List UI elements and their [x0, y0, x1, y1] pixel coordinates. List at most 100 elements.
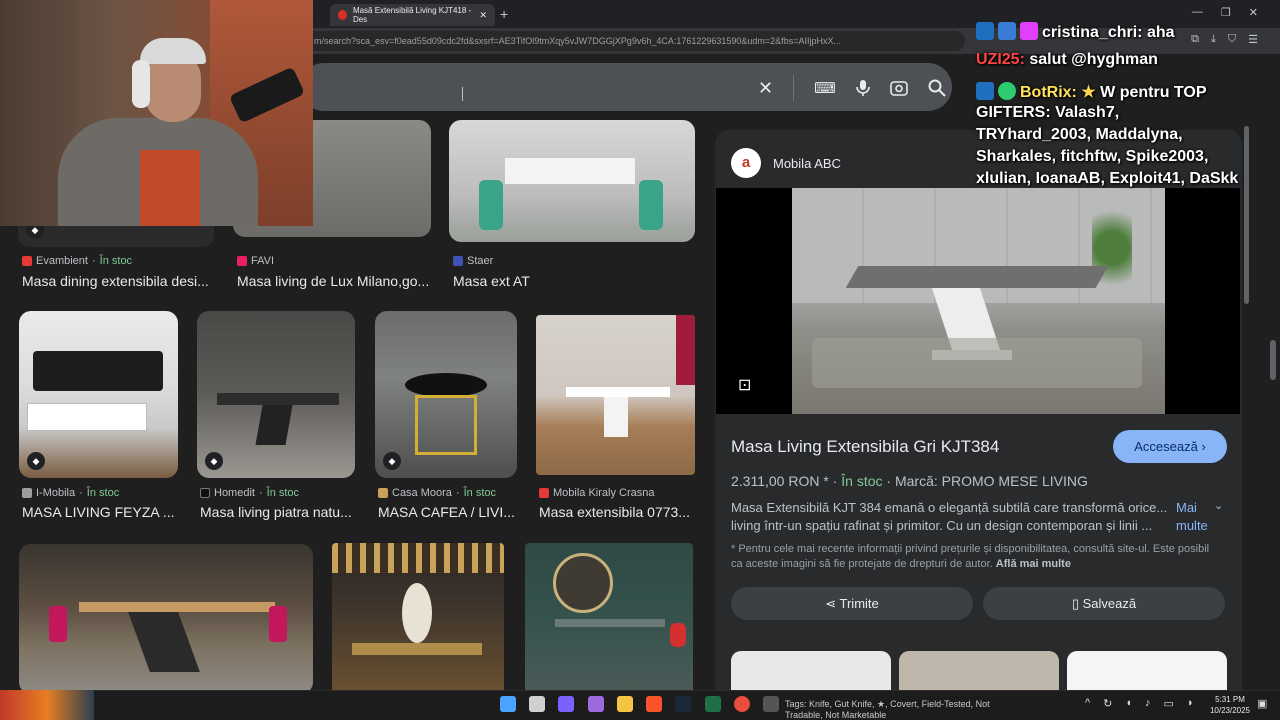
app-icon[interactable]	[734, 696, 750, 712]
result-image[interactable]	[449, 120, 695, 242]
chat-line: cristina_chri: aha	[976, 22, 1175, 42]
source-favicon-icon	[200, 488, 210, 498]
result-title[interactable]: Masa living piatra natu...	[200, 504, 360, 520]
store-name[interactable]: Mobila ABC	[773, 156, 841, 171]
badge-icon	[998, 22, 1016, 40]
share-icon: ⋖	[825, 596, 837, 611]
excel-icon[interactable]	[705, 696, 721, 712]
microphone-icon[interactable]: ♪	[1145, 697, 1151, 710]
result-source: Staer	[453, 255, 493, 267]
weather-widget[interactable]	[0, 690, 94, 720]
result-image[interactable]	[536, 315, 695, 475]
divider	[793, 75, 795, 101]
result-image[interactable]	[19, 544, 313, 690]
product-meta: 2.311,00 RON * · În stoc · Marcă: PROMO …	[731, 473, 1088, 489]
result-source: Mobila Kiraly Crasna	[539, 487, 654, 499]
related-thumbnail[interactable]	[731, 651, 891, 691]
disclaimer-text: * Pentru cele mai recente informații pri…	[731, 543, 1210, 570]
search-icon[interactable]	[928, 79, 946, 97]
tab-active[interactable]: Masă Extensibilă Living KJT418 - Des ✕	[330, 4, 495, 26]
app-icon[interactable]	[588, 696, 604, 712]
badge-icon	[976, 22, 994, 40]
start-icon[interactable]	[500, 696, 516, 712]
tag-icon: ◆	[27, 452, 45, 470]
page-scrollbar[interactable]	[1270, 340, 1276, 380]
learn-more-link[interactable]: Află mai multe	[996, 558, 1071, 570]
result-source: Homedit · În stoc	[200, 487, 299, 499]
result-image[interactable]: ◆	[375, 311, 517, 478]
save-button[interactable]: ▯ Salvează	[983, 587, 1225, 620]
stock-status: În stoc	[841, 473, 883, 489]
notification-icon[interactable]: ▣	[1257, 697, 1267, 710]
result-source: Casa Moora · În stoc	[378, 487, 496, 499]
result-title[interactable]: Masa living de Lux Milano,go...	[237, 273, 432, 289]
source-favicon-icon	[237, 256, 247, 266]
volume-icon[interactable]: ◖	[1125, 697, 1132, 710]
star-icon: ★	[1081, 84, 1096, 101]
lens-icon[interactable]	[889, 79, 908, 97]
steam-icon[interactable]	[675, 696, 691, 712]
task-view-icon[interactable]	[529, 696, 545, 712]
clock[interactable]: 5:31 PM 10/23/2025	[1208, 694, 1252, 716]
result-title[interactable]: Masa ext AT	[453, 273, 693, 289]
product-title[interactable]: Masa Living Extensibila Gri KJT384	[731, 437, 999, 457]
visit-label: Accesează	[1134, 439, 1198, 454]
visit-button[interactable]: Accesează ›	[1113, 430, 1227, 463]
bookmark-icon: ▯	[1071, 596, 1080, 611]
related-thumbnail[interactable]	[899, 651, 1059, 691]
result-title[interactable]: MASA LIVING FEYZA ...	[22, 504, 182, 520]
brave-browser-icon[interactable]	[646, 696, 662, 712]
result-source: I-Mobila · În stoc	[22, 487, 119, 499]
chat-line: UZI25: salut @hyghman	[976, 51, 1158, 68]
chat-line: BotRix: ★ W pentru TOP	[976, 82, 1207, 102]
stream-chat-overlay: cristina_chri: aha UZI25: salut @hyghman…	[972, 0, 1280, 190]
copilot-icon[interactable]	[558, 696, 574, 712]
related-thumbnail[interactable]	[1067, 651, 1227, 691]
result-title[interactable]: Masa dining extensibila desi...	[22, 273, 212, 289]
lens-search-icon[interactable]: ⊡	[738, 375, 751, 395]
result-image[interactable]: ◆	[197, 311, 355, 478]
panel-scrollbar[interactable]	[1243, 112, 1249, 672]
badge-icon	[1020, 22, 1038, 40]
calculator-icon[interactable]	[763, 696, 779, 712]
disclaimer: * Pentru cele mai recente informații pri…	[731, 542, 1223, 572]
result-title[interactable]: MASA CAFEA / LIVI...	[378, 504, 523, 520]
product-description: Masa Extensibilă KJT 384 emană o eleganț…	[731, 499, 1171, 535]
source-favicon-icon	[378, 488, 388, 498]
description-line: living într-un spațiu rafinat și primito…	[731, 518, 1153, 533]
store-logo[interactable]: a	[731, 148, 761, 178]
result-image[interactable]	[332, 543, 504, 690]
chevron-down-icon[interactable]: ⌄	[1214, 499, 1223, 512]
file-explorer-icon[interactable]	[617, 696, 633, 712]
share-label: Trimite	[839, 596, 879, 611]
text-cursor	[462, 87, 463, 101]
chevron-up-icon[interactable]: ^	[1085, 697, 1090, 710]
new-tab-icon[interactable]: +	[500, 6, 508, 22]
verified-icon	[998, 82, 1016, 100]
share-button[interactable]: ⋖ Trimite	[731, 587, 973, 620]
speaker-icon[interactable]: ◗	[1187, 697, 1194, 710]
address-bar[interactable]: m/search?sca_esv=f0ead55d09cdc2fd&sxsrf=…	[300, 31, 965, 51]
result-source: FAVI	[237, 255, 274, 267]
result-image[interactable]: ◆	[19, 311, 178, 478]
chat-line: GIFTERS: Valash7,	[976, 104, 1120, 121]
price: 2.311,00 RON *	[731, 473, 829, 489]
network-icon[interactable]: ▭	[1164, 697, 1174, 710]
result-image[interactable]	[525, 543, 693, 690]
brand: Marcă: PROMO MESE LIVING	[894, 473, 1088, 489]
source-favicon-icon	[22, 256, 32, 266]
tab-title: Masă Extensibilă Living KJT418 - Des	[352, 6, 472, 24]
keyboard-icon[interactable]: ⌨	[814, 79, 836, 97]
sync-icon[interactable]: ↻	[1103, 697, 1112, 710]
preview-image[interactable]	[792, 188, 1165, 414]
clear-icon[interactable]: ✕	[758, 78, 773, 99]
source-favicon-icon	[539, 488, 549, 498]
source-favicon-icon	[22, 488, 32, 498]
microphone-icon[interactable]	[855, 79, 870, 97]
system-tray: ^ ↻ ◖ ♪ ▭ ◗	[1085, 697, 1194, 710]
date: 10/23/2025	[1209, 706, 1251, 715]
webcam-overlay	[0, 0, 313, 226]
close-tab-icon[interactable]: ✕	[479, 10, 487, 21]
badge-icon	[976, 82, 994, 100]
result-title[interactable]: Masa extensibila 0773...	[539, 504, 699, 520]
